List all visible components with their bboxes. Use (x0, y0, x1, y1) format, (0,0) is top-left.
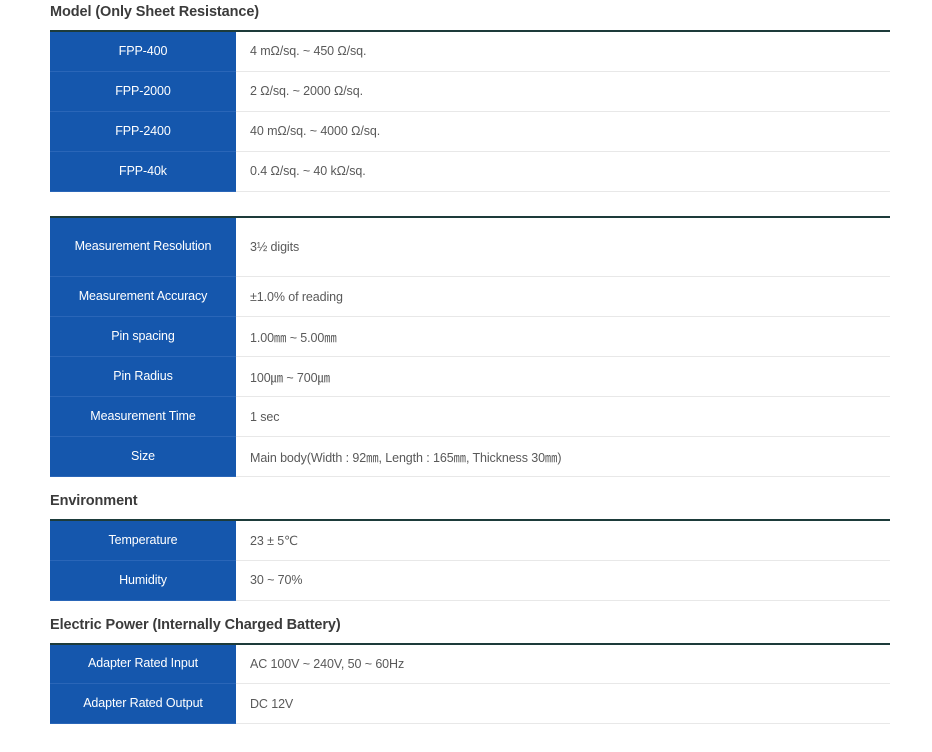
row-value: 3½ digits (236, 216, 890, 277)
row-label: Measurement Accuracy (50, 276, 236, 317)
spec-sheet-page: Model (Only Sheet Resistance) FPP-400 4 … (0, 0, 932, 752)
table-row: Pin Radius 100㎛ ~ 700㎛ (50, 356, 890, 397)
row-value: 1 sec (236, 396, 890, 437)
row-label: Pin Radius (50, 356, 236, 397)
row-label: FPP-40k (50, 151, 236, 192)
table-row: FPP-400 4 mΩ/sq. ~ 450 Ω/sq. (50, 31, 890, 72)
row-label: FPP-2400 (50, 111, 236, 152)
table-row: Size Main body(Width : 92㎜, Length : 165… (50, 436, 890, 477)
spec-table-environment: Temperature 23 ± 5℃ Humidity 30 ~ 70% (50, 519, 890, 601)
row-value: 23 ± 5℃ (236, 520, 890, 561)
table-row: Humidity 30 ~ 70% (50, 560, 890, 601)
row-value: DC 12V (236, 683, 890, 724)
row-label: Size (50, 436, 236, 477)
row-value: AC 100V ~ 240V, 50 ~ 60Hz (236, 643, 890, 684)
row-label: FPP-400 (50, 31, 236, 72)
row-label: Measurement Resolution (50, 216, 236, 277)
spec-table-electric-power: Adapter Rated Input AC 100V ~ 240V, 50 ~… (50, 642, 890, 724)
table-row: Adapter Rated Input AC 100V ~ 240V, 50 ~… (50, 643, 890, 684)
row-label: Pin spacing (50, 316, 236, 357)
section-heading-model: Model (Only Sheet Resistance) (50, 4, 260, 20)
table-row: Measurement Resolution 3½ digits (50, 216, 890, 277)
row-value: 2 Ω/sq. ~ 2000 Ω/sq. (236, 71, 890, 112)
row-value: 100㎛ ~ 700㎛ (236, 356, 890, 397)
row-label: Temperature (50, 520, 236, 561)
table-row: FPP-2400 40 mΩ/sq. ~ 4000 Ω/sq. (50, 111, 890, 152)
row-value: 30 ~ 70% (236, 560, 890, 601)
row-label: Adapter Rated Output (50, 683, 236, 724)
row-value: ±1.0% of reading (236, 276, 890, 317)
table-row: Pin spacing 1.00㎜ ~ 5.00㎜ (50, 316, 890, 357)
spec-table-model: FPP-400 4 mΩ/sq. ~ 450 Ω/sq. FPP-2000 2 … (50, 30, 890, 192)
row-value: Main body(Width : 92㎜, Length : 165㎜, Th… (236, 436, 890, 477)
row-label: Humidity (50, 560, 236, 601)
row-label: FPP-2000 (50, 71, 236, 112)
row-label: Adapter Rated Input (50, 643, 236, 684)
table-row: FPP-2000 2 Ω/sq. ~ 2000 Ω/sq. (50, 71, 890, 112)
table-row: FPP-40k 0.4 Ω/sq. ~ 40 kΩ/sq. (50, 151, 890, 192)
section-heading-environment: Environment (50, 493, 138, 509)
row-value: 1.00㎜ ~ 5.00㎜ (236, 316, 890, 357)
table-row: Measurement Time 1 sec (50, 396, 890, 437)
spec-table-measurement: Measurement Resolution 3½ digits Measure… (50, 215, 890, 477)
row-label: Measurement Time (50, 396, 236, 437)
table-row: Adapter Rated Output DC 12V (50, 683, 890, 724)
row-value: 4 mΩ/sq. ~ 450 Ω/sq. (236, 31, 890, 72)
section-heading-electric-power: Electric Power (Internally Charged Batte… (50, 616, 341, 633)
row-value: 0.4 Ω/sq. ~ 40 kΩ/sq. (236, 151, 890, 192)
table-row: Temperature 23 ± 5℃ (50, 520, 890, 561)
table-row: Measurement Accuracy ±1.0% of reading (50, 276, 890, 317)
row-value: 40 mΩ/sq. ~ 4000 Ω/sq. (236, 111, 890, 152)
